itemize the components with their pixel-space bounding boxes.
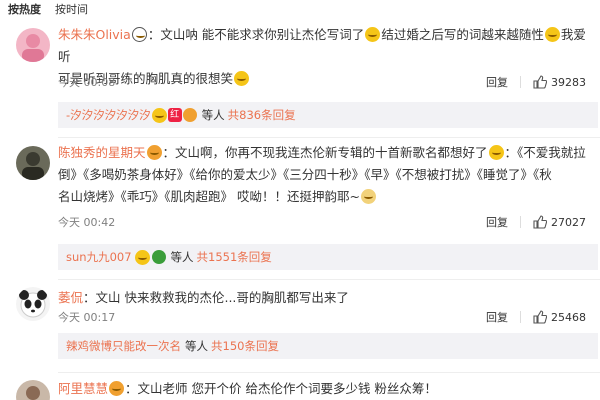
like-count: 39283: [551, 75, 586, 89]
sub-reply-summary[interactable]: 辣鸡微博只能改一次名 等人 共150条回复: [58, 333, 598, 359]
comment-text: ：文山 快来救救我的杰伦...哥的胸肌都写出来了: [83, 290, 349, 305]
sub-reply-count-link[interactable]: 共150条回复: [211, 338, 279, 354]
red-badge-icon: 红: [167, 108, 182, 122]
like-count: 25468: [551, 310, 586, 324]
comment-item: 朱朱朱Olivia ：文山呐 能不能求求你别让杰伦写词了 结过婚之后写的词越来越随性…: [0, 24, 600, 138]
cute-emoji-icon: [360, 189, 376, 204]
avatar[interactable]: [16, 146, 50, 180]
emoji-icon: [151, 107, 167, 123]
comment-username[interactable]: 朱朱朱Olivia: [58, 27, 131, 42]
sub-reply-username[interactable]: -汐汐汐汐汐汐汐: [66, 107, 151, 123]
comment-username[interactable]: 阿里慧慧: [58, 381, 108, 396]
sub-reply-username[interactable]: 辣鸡微博只能改一次名: [66, 338, 181, 354]
avatar[interactable]: [16, 380, 50, 400]
reply-button[interactable]: 回复: [486, 309, 508, 325]
laugh-cry-emoji-icon: [365, 27, 381, 42]
like-count: 27027: [551, 215, 586, 229]
comment-actions: 回复 39283: [486, 74, 586, 90]
comment-username[interactable]: 萎侃: [58, 290, 83, 305]
thumbs-up-icon[interactable]: [533, 310, 547, 324]
comment-text-tail: ：《不爱我就拉: [504, 145, 586, 160]
comment-item: 阿里慧慧 ：文山老师 您开个价 给杰伦作个词要多少钱 粉丝众筹！: [0, 372, 600, 400]
sort-bar: 按热度 按时间: [0, 0, 600, 18]
sub-reply-count-link[interactable]: 共836条回复: [228, 107, 296, 123]
sub-reply-etal: 等人: [201, 108, 225, 122]
laugh-cry-emoji-icon: [488, 145, 504, 160]
comment-text: ：文山呐 能不能求求你别让杰伦写词了: [147, 27, 365, 42]
comment-timestamp: 今天 00:17: [58, 311, 116, 324]
laugh-cry-emoji-icon: [234, 71, 250, 86]
thumbs-up-icon[interactable]: [533, 75, 547, 89]
divider: [520, 311, 521, 323]
sub-reply-etal: 等人: [170, 250, 194, 264]
emoji-icon: [134, 249, 150, 265]
laugh-cry-emoji-icon: [544, 27, 560, 42]
thumbs-up-icon[interactable]: [533, 215, 547, 229]
sub-reply-summary[interactable]: -汐汐汐汐汐汐汐 红 等人 共836条回复: [58, 102, 598, 128]
divider: [58, 279, 600, 280]
divider: [520, 216, 521, 228]
sub-reply-summary[interactable]: sun九九007 等人 共1551条回复: [58, 244, 598, 270]
comment-timestamp: 今天 00:08: [58, 76, 116, 89]
reply-button[interactable]: 回复: [486, 74, 508, 90]
comment-item: 萎侃：文山 快来救救我的杰伦...哥的胸肌都写出来了 今天 00:17 回复 2…: [0, 287, 600, 359]
sub-reply-count-link[interactable]: 共1551条回复: [197, 249, 272, 265]
comment-actions: 回复 25468: [486, 309, 586, 325]
divider: [58, 137, 600, 138]
divider: [520, 76, 521, 88]
comment-text-line2: 倒》《多喝奶茶身体好》《给你的爱太少》《三分四十秒》《早》《不想被打扰》《睡觉了…: [58, 167, 552, 182]
comment-text-line3: 名山烧烤》《乖巧》《肌肉超跑》 哎呦！！还挺押韵耶~: [58, 189, 360, 204]
comment-item: 陈独秀的星期天 ：文山啊，你再不现我连杰伦新专辑的十首新歌名都想好了 ：《不爱我就拉…: [0, 142, 600, 280]
avatar[interactable]: [16, 287, 50, 321]
emoji-badge-icon: [146, 145, 162, 160]
panda-emoji-icon: [131, 27, 147, 42]
sort-by-hot-tab[interactable]: 按热度: [8, 1, 41, 17]
avatar[interactable]: [16, 28, 50, 62]
sort-by-time-tab[interactable]: 按时间: [55, 1, 88, 17]
comment-text-2: 结过婚之后写的词越来越随性: [381, 27, 544, 42]
sub-reply-etal: 等人: [185, 339, 208, 353]
emoji-badge-icon: [109, 381, 125, 396]
divider: [58, 372, 600, 373]
sub-reply-username[interactable]: sun九九007: [66, 249, 132, 265]
comment-actions: 回复 27027: [486, 214, 586, 230]
comment-username[interactable]: 陈独秀的星期天: [58, 145, 146, 160]
reply-button[interactable]: 回复: [486, 214, 508, 230]
comment-timestamp: 今天 00:42: [58, 216, 116, 229]
comment-text: ：文山老师 您开个价 给杰伦作个词要多少钱 粉丝众筹！: [125, 381, 437, 396]
medal-badge-icon: [182, 108, 197, 122]
green-badge-icon: [151, 250, 166, 264]
comment-text: ：文山啊，你再不现我连杰伦新专辑的十首新歌名都想好了: [162, 145, 488, 160]
